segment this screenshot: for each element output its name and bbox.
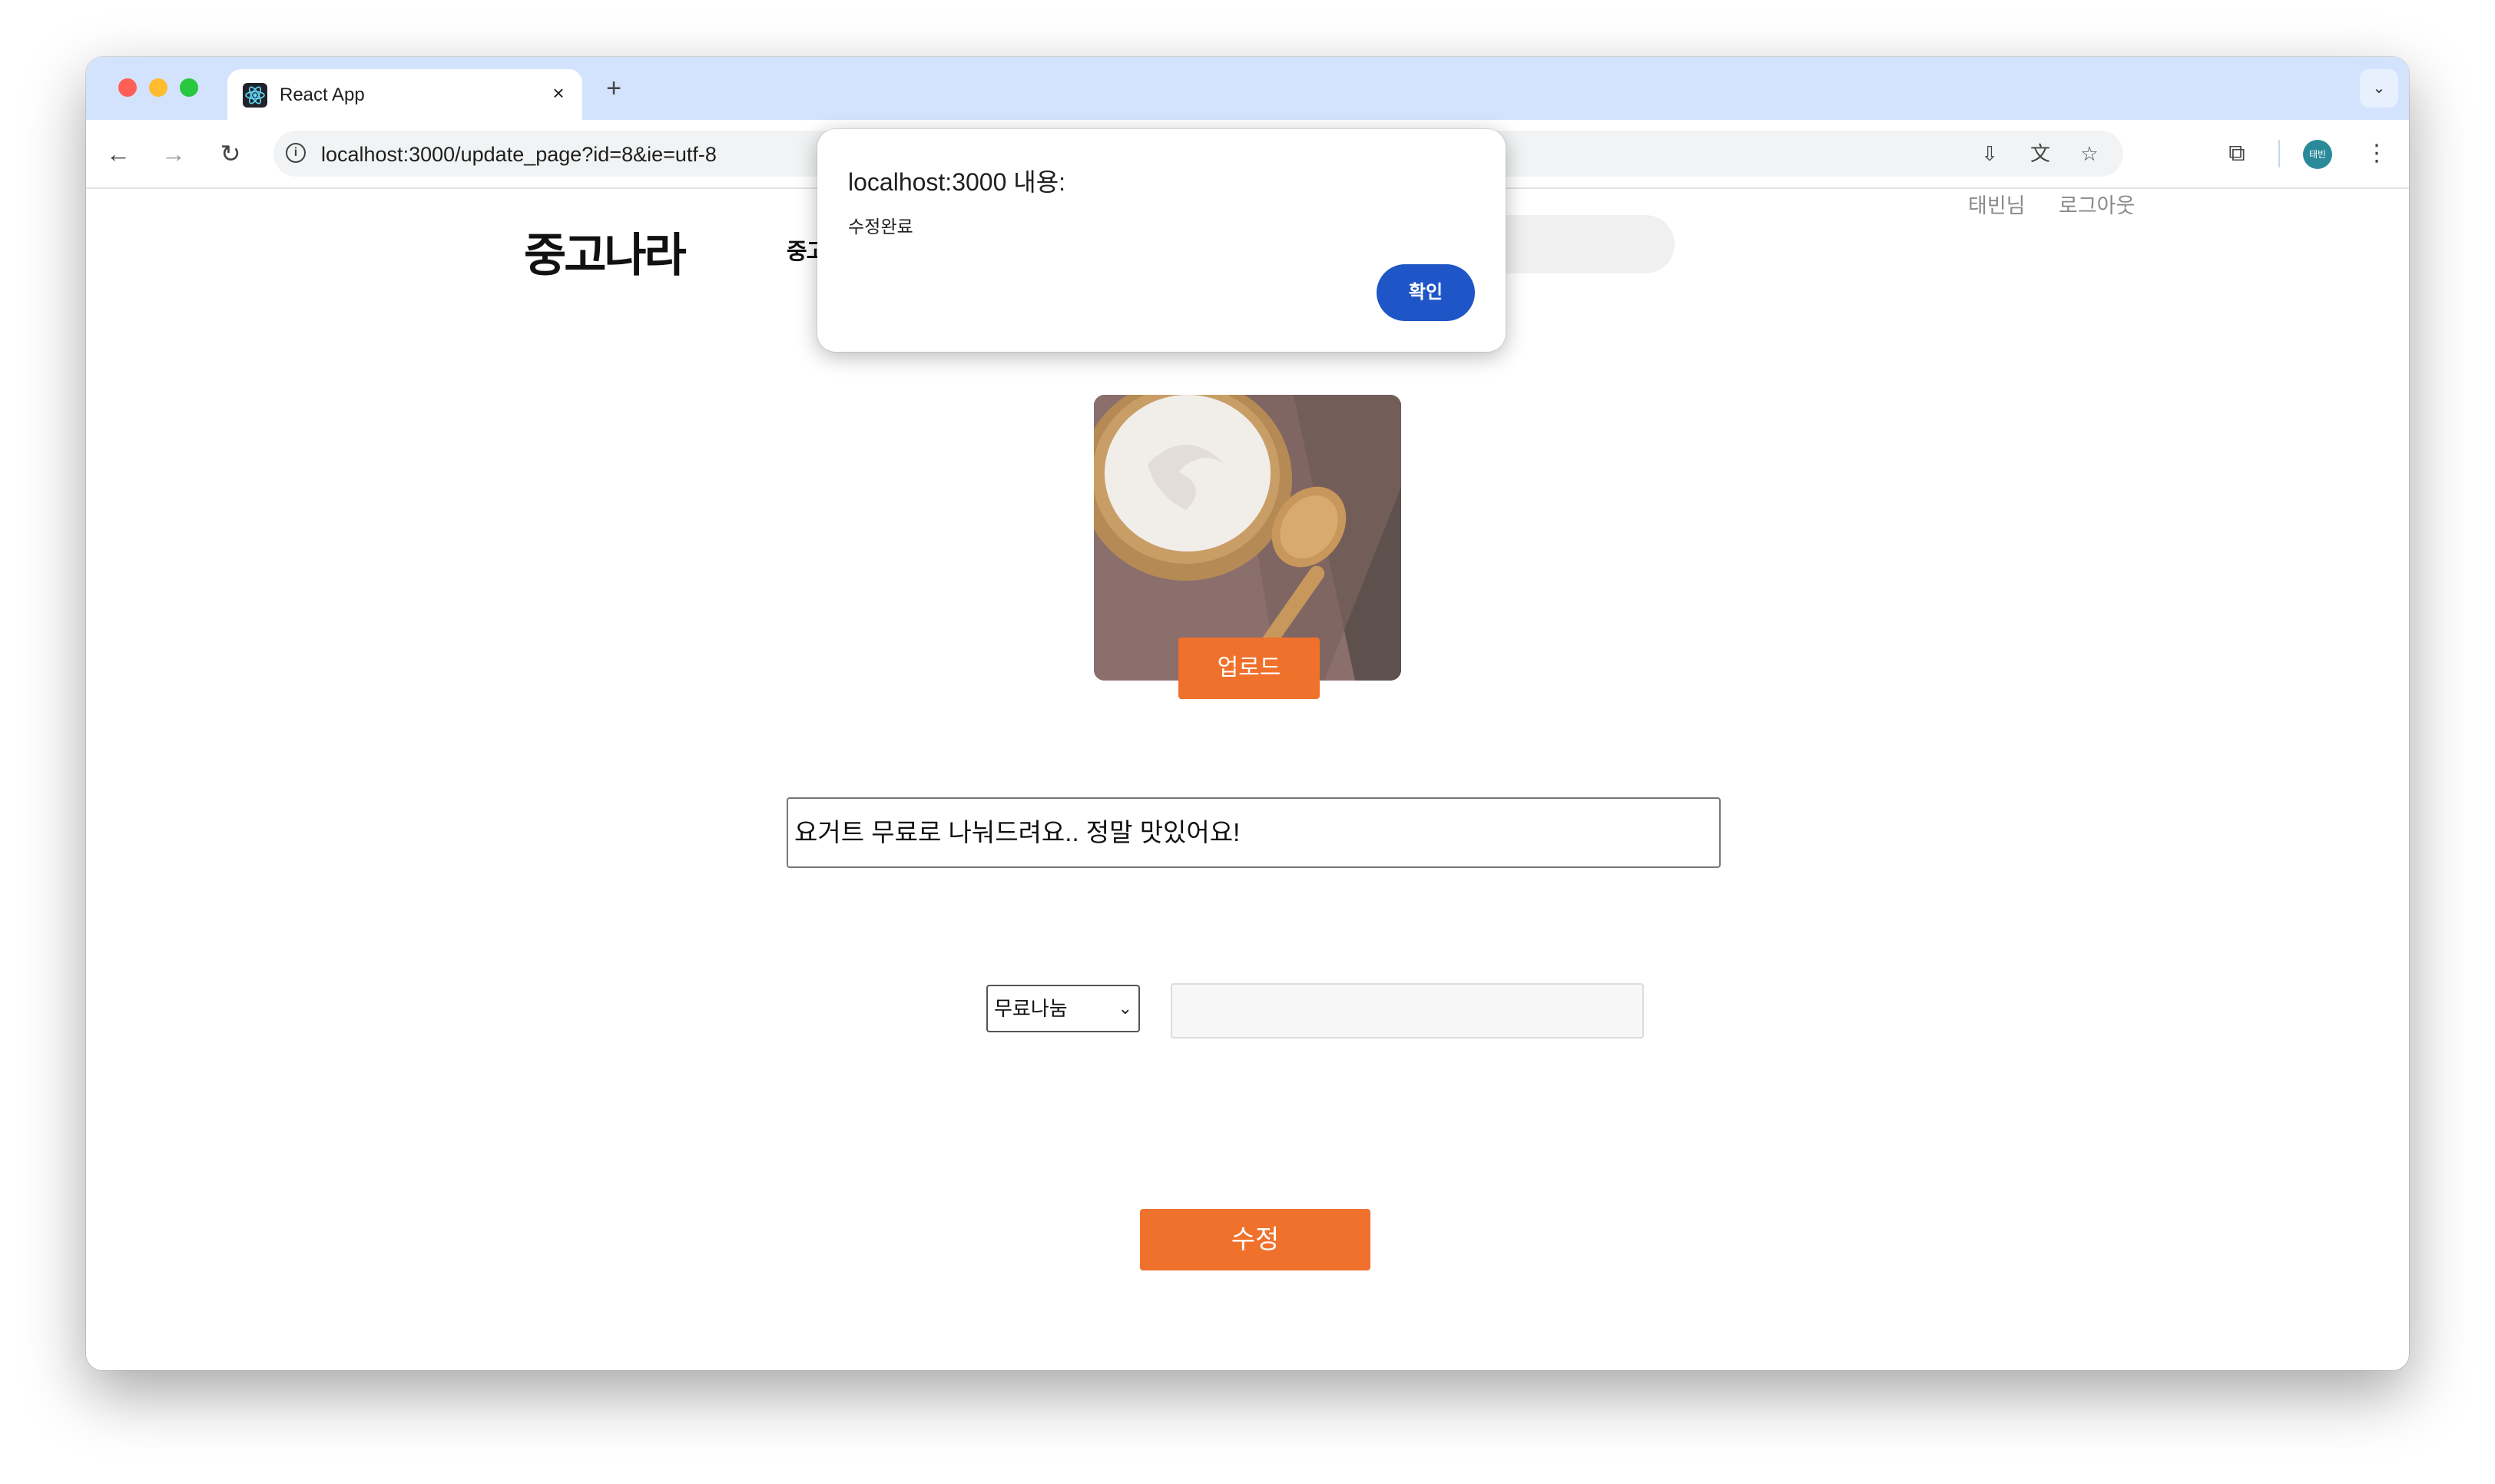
more-menu-icon[interactable]: ⋮: [2360, 137, 2394, 171]
back-icon[interactable]: ←: [101, 137, 135, 171]
dialog-message: 수정완료: [848, 217, 913, 237]
forward-icon[interactable]: →: [157, 137, 191, 171]
alert-dialog: localhost:3000 내용: 수정완료 확인: [817, 129, 1506, 352]
url-text[interactable]: localhost:3000/update_page?id=8&ie=utf-8: [321, 143, 717, 167]
category-selected-value: 무료나눔: [994, 997, 1068, 1020]
dialog-title: localhost:3000 내용:: [848, 168, 1066, 196]
logout-link[interactable]: 로그아웃: [2059, 189, 2135, 219]
site-logo[interactable]: 중고나라: [524, 218, 687, 285]
chevron-down-icon: ⌄: [1118, 999, 1132, 1018]
price-field[interactable]: [1171, 983, 1644, 1038]
react-logo-icon: [243, 83, 267, 108]
close-tab-icon[interactable]: ×: [545, 80, 572, 106]
reload-icon[interactable]: ↻: [214, 137, 247, 171]
tab-react-app[interactable]: React App ×: [227, 69, 582, 120]
minimize-window-button[interactable]: [149, 78, 167, 97]
tab-title: React App: [280, 84, 365, 105]
maximize-window-button[interactable]: [180, 78, 198, 97]
chevron-down-icon: ⌄: [2372, 80, 2386, 97]
user-name-link[interactable]: 태빈님: [1968, 189, 2026, 219]
translate-icon[interactable]: 文: [2028, 141, 2053, 166]
bookmark-star-icon[interactable]: ☆: [2077, 141, 2102, 166]
upload-button[interactable]: 업로드: [1178, 638, 1320, 699]
tab-strip: React App × + ⌄: [86, 57, 2409, 120]
profile-avatar[interactable]: 태빈: [2303, 140, 2332, 169]
tab-search-button[interactable]: ⌄: [2360, 69, 2398, 108]
site-info-icon[interactable]: i: [286, 143, 306, 163]
toolbar-divider: [2278, 140, 2280, 167]
title-field[interactable]: 요거트 무료로 나눠드려요.. 정말 맛있어요!: [787, 797, 1721, 868]
submit-edit-button[interactable]: 수정: [1140, 1209, 1370, 1270]
page-content: 중고나라 중고거래 태빈님 로그아웃 업로드 요거트 무료로 나눠드려요.. 정…: [86, 189, 2409, 1370]
close-window-button[interactable]: [118, 78, 137, 97]
dialog-ok-button[interactable]: 확인: [1377, 264, 1475, 321]
new-tab-button[interactable]: +: [599, 74, 628, 103]
category-select[interactable]: 무료나눔 ⌄: [986, 985, 1140, 1032]
extensions-icon[interactable]: ⧉: [2220, 137, 2254, 171]
install-app-icon[interactable]: ⇩: [1977, 141, 2002, 166]
